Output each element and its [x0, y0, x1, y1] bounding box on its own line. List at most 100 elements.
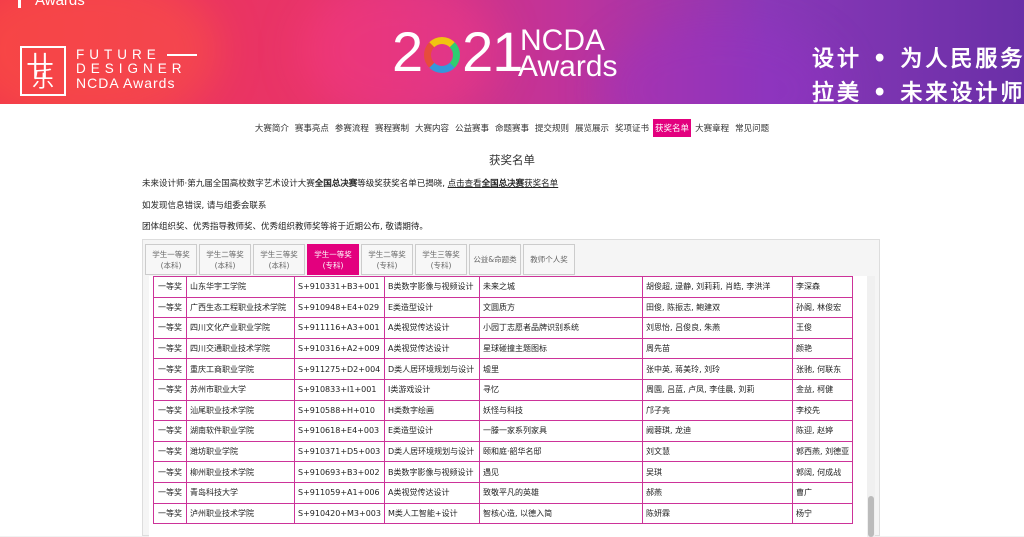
table-cell: S+910693+B3+002 — [294, 461, 385, 483]
table-cell: 致敬平凡的英雄 — [479, 481, 643, 504]
table-cell: S+910948+E4+029 — [294, 296, 385, 319]
table-cell: A类视觉传达设计 — [384, 481, 480, 504]
tab-sublabel: (本科) — [160, 261, 182, 270]
award-tab[interactable]: 学生一等奖 (专科) — [307, 244, 359, 275]
table-cell: E类造型设计 — [384, 420, 480, 442]
table-cell: S+910316+A2+009 — [294, 337, 385, 360]
table-row: 一等奖 汕尾职业技术学院 S+910588+H+010 H类数字绘画 妖怪与科技 邝子亮李… — [153, 399, 854, 422]
page-title: 获奖名单 — [489, 153, 535, 167]
table-cell: 四川交通职业技术学院 — [186, 337, 295, 360]
table-cell: 一等奖 — [153, 337, 187, 360]
tab-sublabel: (本科) — [268, 261, 290, 270]
table-cell: 张驰, 何联东 — [791, 358, 854, 380]
tab-label: 学生一等奖 — [314, 250, 352, 259]
view-results-link[interactable]: 点击查看全国总决赛获奖名单 — [448, 179, 559, 189]
nav-item[interactable]: 大赛内容 — [413, 119, 451, 137]
table-cell: 郭西燕, 刘德亚 — [791, 440, 854, 463]
table-row: 一等奖 四川文化产业职业学院 S+911116+A3+001 A类视觉传达设计 小园丁志… — [153, 317, 854, 339]
tab-label: 学生二等奖 — [368, 250, 406, 259]
award-tab[interactable]: 教师个人奖 — [523, 244, 575, 275]
table-scrollbar[interactable] — [867, 276, 875, 537]
nav-item[interactable]: 赛程赛制 — [373, 119, 411, 137]
table-cell: 未来之城 — [479, 276, 643, 298]
nav-item[interactable]: 命题赛事 — [493, 119, 531, 137]
award-tab[interactable]: 学生二等奖 (本科) — [199, 244, 251, 275]
table-cell: 墟里 — [479, 358, 643, 380]
nav-item[interactable]: 参赛流程 — [333, 119, 371, 137]
table-cell: 张中英, 蒋美玲, 刘玲 — [642, 358, 793, 380]
award-tabs: 学生一等奖 (本科) 学生二等奖 (本科) 学生三等奖 (本科) 学生一等奖 (专科) 学生二等… — [145, 244, 577, 276]
table-row: 一等奖 重庆工商职业学院 S+911275+D2+004 D类人居环境规划与设计 墟里张… — [153, 358, 854, 380]
tab-label: 公益&命题类 — [473, 255, 517, 264]
award-tab[interactable]: 学生三等奖 (本科) — [253, 244, 305, 275]
year-ring-icon — [424, 37, 461, 73]
scrollbar-thumb[interactable] — [868, 496, 874, 537]
table-cell: 苏州市职业大学 — [186, 378, 295, 401]
table-cell: 一等奖 — [153, 420, 187, 442]
table-row: 一等奖 四川交通职业技术学院 S+910316+A2+009 A类视觉传达设计 星球碰撞… — [153, 337, 854, 360]
table-cell: 遇见 — [479, 461, 643, 483]
nav-item[interactable]: 常见问题 — [733, 119, 771, 137]
table-cell: B类数字影像与视频设计 — [384, 276, 480, 298]
table-cell: 山东华宇工学院 — [186, 276, 295, 298]
table-cell: A类视觉传达设计 — [384, 317, 480, 339]
tab-label: 学生一等奖 — [152, 250, 190, 259]
table-cell: D类人居环境规划与设计 — [384, 440, 480, 463]
nav-item[interactable]: 大赛章程 — [693, 119, 731, 137]
award-tab[interactable]: 学生二等奖 (专科) — [361, 244, 413, 275]
banner-awards-text: Awards — [18, 0, 85, 9]
main-nav: 大赛简介 赛事亮点 参赛流程 赛程赛制 大赛内容 公益赛事 命题赛事 提交规则 展览展示 奖项证书… — [0, 119, 1024, 137]
table-cell: 吴琪 — [642, 461, 793, 483]
table-row: 一等奖 广西生态工程职业技术学院 S+910948+E4+029 E类造型设计 文圆质方… — [153, 296, 854, 319]
table-cell: 一等奖 — [153, 296, 187, 319]
table-cell: 郭阔, 何成战 — [791, 461, 854, 483]
nav-item[interactable]: 获奖名单 — [653, 119, 692, 137]
ncda-awards-title: 2 21 NCDA Awards — [392, 20, 618, 83]
award-tab[interactable]: 学生三等奖 (专科) — [415, 244, 467, 275]
tab-sublabel: (专科) — [430, 261, 452, 270]
table-cell: 一等奖 — [153, 461, 187, 483]
nav-item[interactable]: 赛事亮点 — [293, 119, 331, 137]
table-cell: 金益, 柯健 — [791, 378, 854, 401]
table-cell: 周先苗 — [642, 337, 793, 360]
table-cell: 周園, 吕蓝, 卢凤, 李佳晨, 刘莉 — [642, 378, 793, 401]
award-tab[interactable]: 公益&命题类 — [469, 244, 521, 275]
table-cell: 刘文慧 — [642, 440, 793, 463]
header-banner: Awards 卄 乐 FUTURE DESIGNER NCDA Awards 2… — [0, 0, 1024, 104]
table-row: 一等奖 青岛科技大学 S+911059+A1+006 A类视觉传达设计 致敬平凡的英雄郝… — [153, 481, 854, 504]
table-cell: I类游戏设计 — [384, 378, 480, 401]
table-cell: 一滕一家系列家具 — [479, 420, 643, 442]
tab-sublabel: (专科) — [322, 261, 344, 270]
nav-item[interactable]: 公益赛事 — [453, 119, 491, 137]
results-table: 一等奖 山东华宇工学院 S+910331+B3+001 B类数字影像与视频设计 未来之城… — [153, 276, 854, 525]
table-cell: M类人工智能+设计 — [384, 502, 480, 525]
table-cell: 四川文化产业职业学院 — [186, 317, 295, 339]
table-cell: 田俊, 陈振志, 鲍建双 — [642, 296, 793, 319]
results-table-area[interactable]: 一等奖 山东华宇工学院 S+910331+B3+001 B类数字影像与视频设计 未来之城… — [149, 276, 871, 537]
nav-item[interactable]: 展览展示 — [573, 119, 611, 137]
table-cell: S+910331+B3+001 — [294, 276, 385, 298]
tab-label: 学生二等奖 — [206, 250, 244, 259]
table-cell: 阙蓉琪, 龙迪 — [642, 420, 793, 442]
table-cell: 潍坊职业学院 — [186, 440, 295, 463]
nav-item[interactable]: 提交规则 — [533, 119, 571, 137]
notice-upcoming: 团体组织奖、优秀指导教师奖、优秀组织教师奖等将于近期公布, 敬请期待。 — [142, 222, 428, 232]
table-cell: 一等奖 — [153, 378, 187, 401]
award-tab[interactable]: 学生一等奖 (本科) — [145, 244, 197, 275]
table-cell: S+911116+A3+001 — [294, 317, 385, 339]
tab-sublabel: (本科) — [214, 261, 236, 270]
tab-label: 教师个人奖 — [530, 255, 568, 264]
table-cell: 陈迎, 赵婷 — [791, 420, 854, 442]
nav-item[interactable]: 大赛简介 — [253, 119, 291, 137]
results-panel: 学生一等奖 (本科) 学生二等奖 (本科) 学生三等奖 (本科) 学生一等奖 (专科) 学生二等… — [142, 239, 880, 537]
table-cell: 一等奖 — [153, 440, 187, 463]
table-cell: 邝子亮 — [642, 399, 793, 422]
table-cell: S+911275+D2+004 — [294, 358, 385, 380]
nav-item[interactable]: 奖项证书 — [613, 119, 651, 137]
table-cell: D类人居环境规划与设计 — [384, 358, 480, 380]
table-cell: 柳州职业技术学院 — [186, 461, 295, 483]
table-row: 一等奖 泸州职业技术学院 S+910420+M3+003 M类人工智能+设计 智核心造,… — [153, 502, 854, 525]
table-cell: S+910618+E4+003 — [294, 420, 385, 442]
table-cell: 湖南软件职业学院 — [186, 420, 295, 442]
table-cell: S+911059+A1+006 — [294, 481, 385, 504]
